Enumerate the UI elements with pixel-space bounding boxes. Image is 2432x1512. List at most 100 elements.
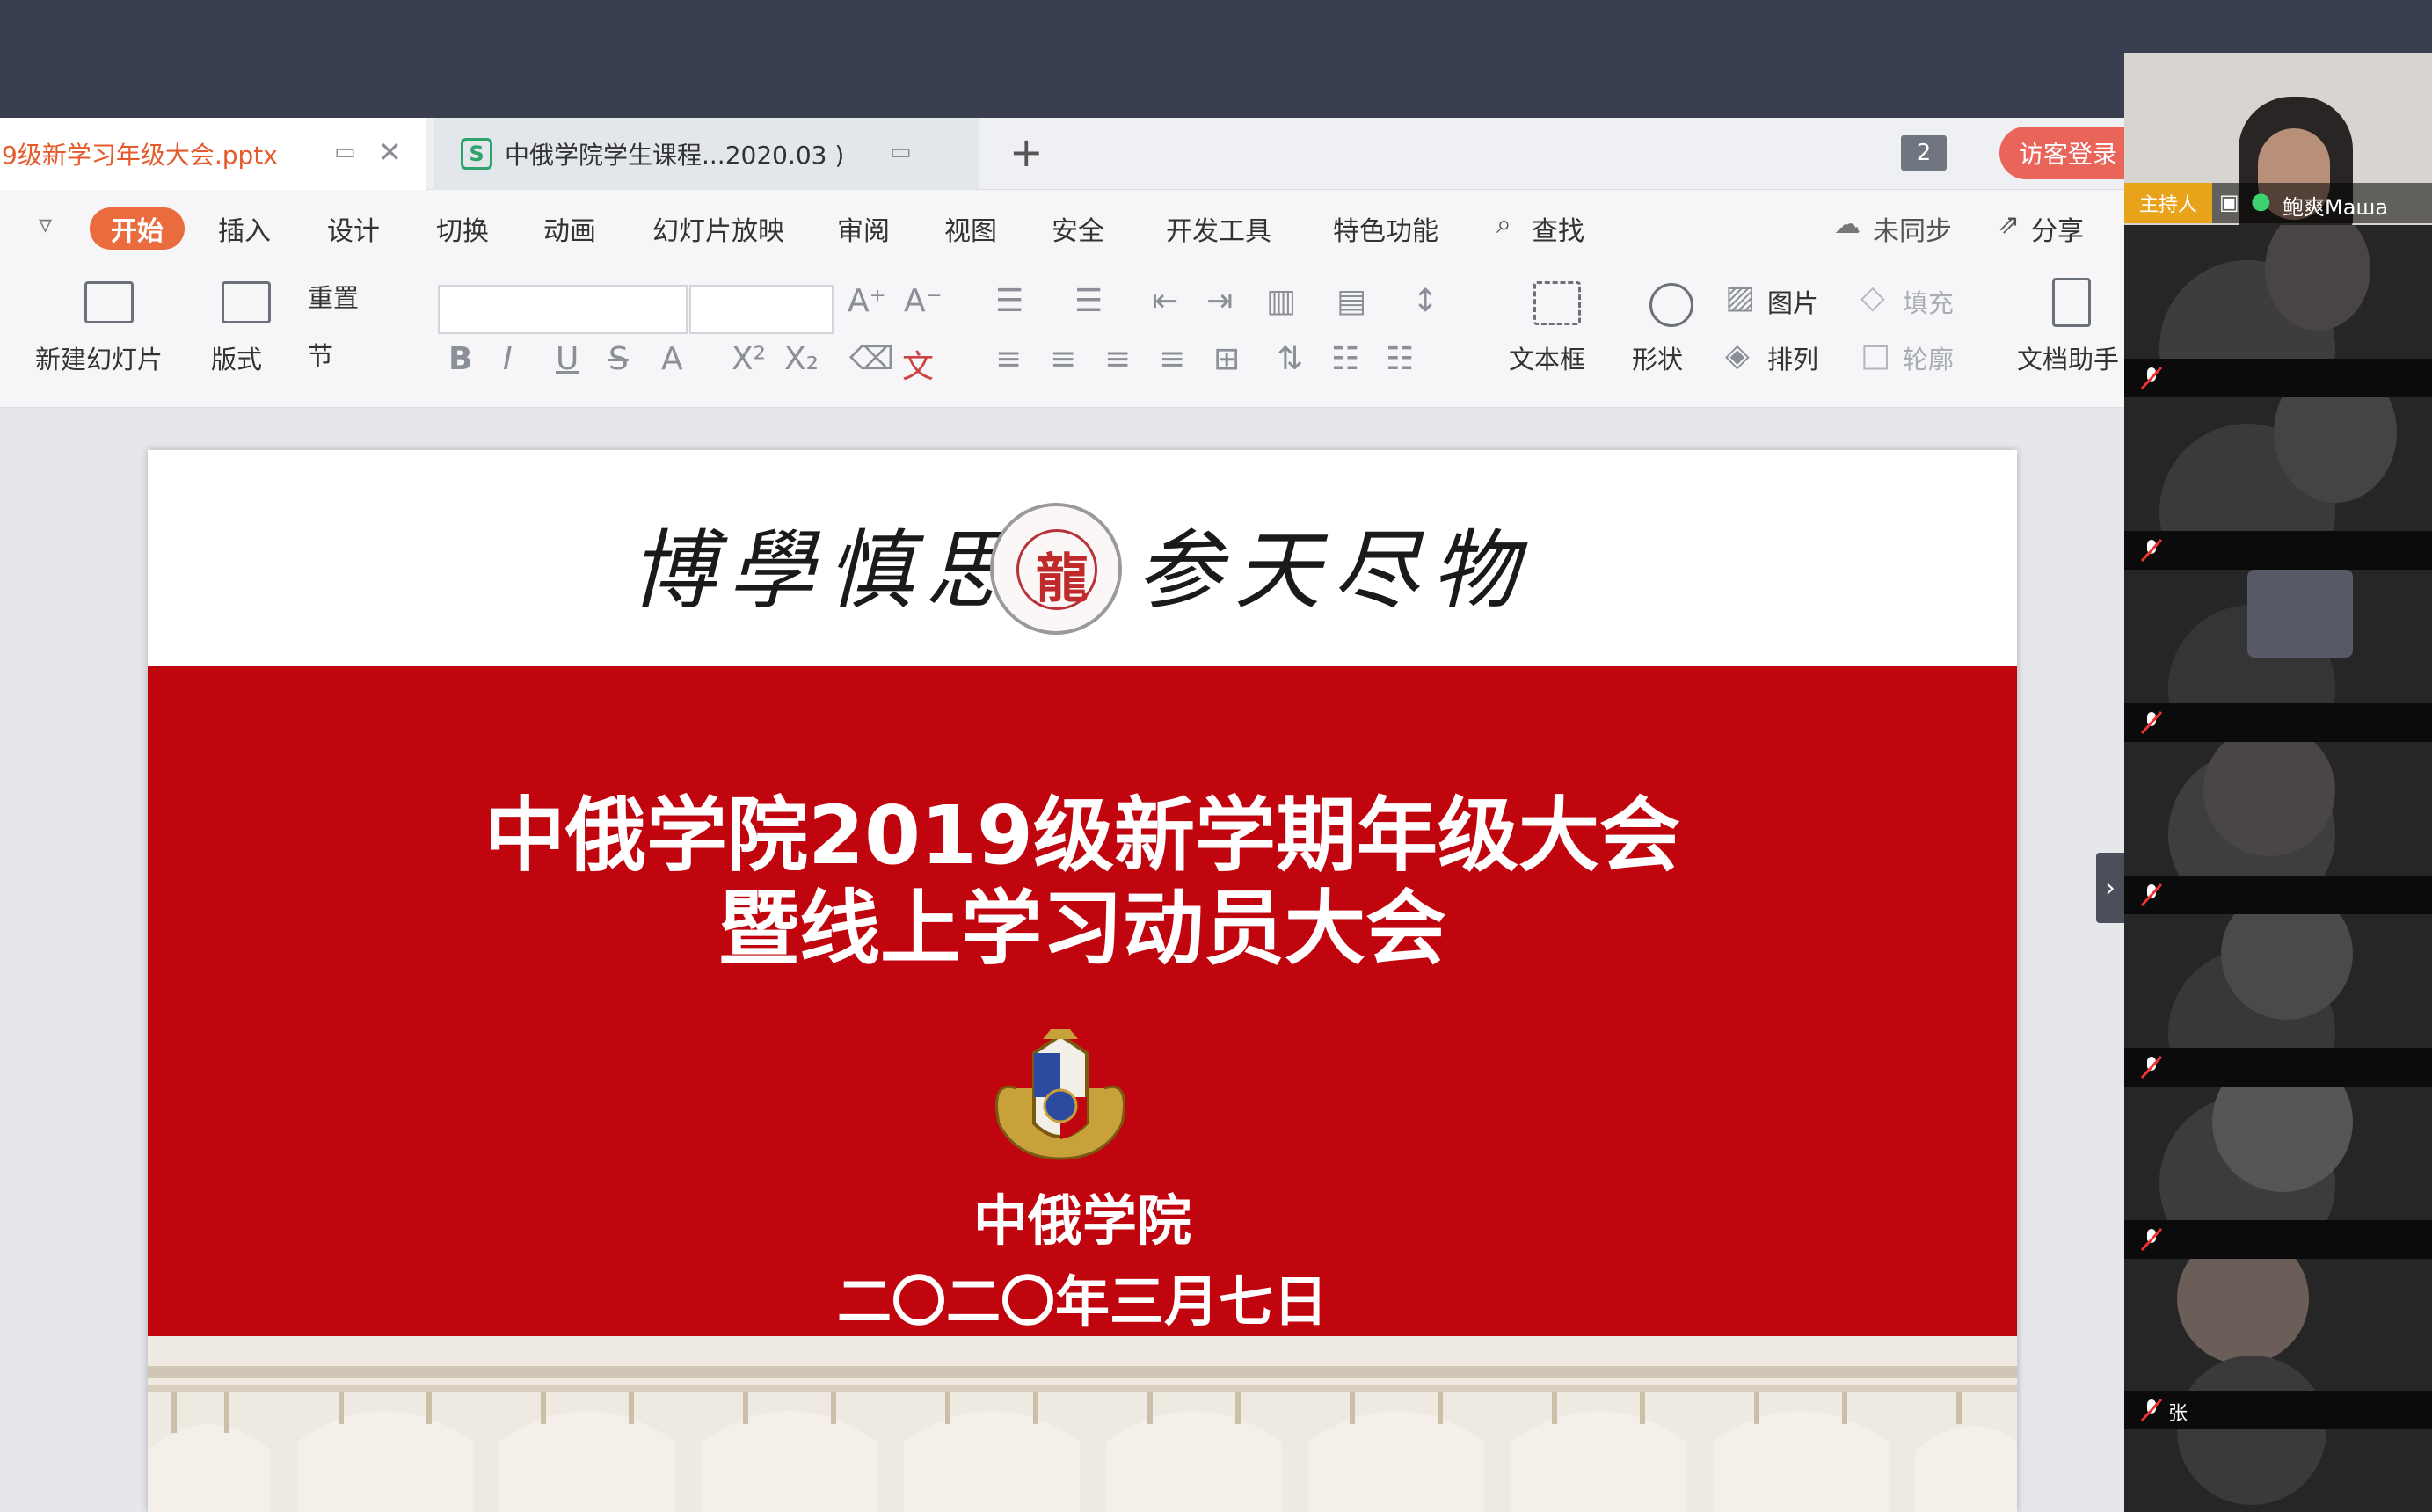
align-left-icon[interactable]: ≡ [995, 341, 1022, 377]
collapse-panel-chevron-icon[interactable]: › [2096, 853, 2124, 923]
justify-icon[interactable]: ≡ [1159, 341, 1185, 377]
strikethrough-icon[interactable]: S [608, 341, 629, 377]
tab-home[interactable]: 开始 [90, 207, 185, 250]
textbox-button[interactable]: 文本框 [1509, 339, 1585, 376]
paragraph-spacing-icon[interactable]: ⇅ [1277, 341, 1303, 377]
slide-date: 二〇二〇年三月七日 [836, 1269, 1328, 1334]
participant-tile[interactable] [2124, 397, 2432, 570]
participant-tile[interactable] [2124, 742, 2432, 914]
participant-tile[interactable] [2124, 570, 2432, 742]
participant-avatar-blur [2247, 570, 2353, 658]
screen: 9级新学习年级大会.pptx ▭ ✕ S 中俄学院学生课程...2020.03 … [0, 0, 2432, 1512]
participant-tile[interactable]: 张 [2124, 1259, 2432, 1512]
monitor-icon[interactable]: ▭ [334, 139, 356, 165]
search-button[interactable]: 查找 [1532, 209, 1584, 248]
tab-review[interactable]: 审阅 [837, 209, 890, 248]
underline-icon[interactable]: U [556, 341, 579, 377]
tab-security[interactable]: 安全 [1052, 209, 1104, 248]
quick-access-chevron-icon[interactable]: ▿ [39, 209, 52, 240]
text-direction-icon[interactable]: ▤ [1336, 283, 1366, 319]
host-video-tile[interactable]: 主持人 ▣ ● 鲍爽Маша [2124, 53, 2432, 225]
layout-icon[interactable] [222, 281, 271, 323]
clear-format-icon[interactable]: ⌫ [849, 341, 894, 377]
microphone-icon: ● [2251, 188, 2271, 214]
layout-button[interactable]: 版式 [211, 339, 262, 376]
tab-active-document[interactable]: 9级新学习年级大会.pptx ▭ ✕ [0, 118, 426, 190]
document-assistant-icon[interactable] [2052, 278, 2091, 327]
new-slide-button[interactable]: 新建幻灯片 [35, 339, 163, 376]
participant-tile[interactable] [2124, 225, 2432, 397]
italic-icon[interactable]: I [503, 341, 513, 377]
outline-button: 轮廓 [1903, 345, 1955, 374]
participant-name-strip [2124, 876, 2432, 914]
close-icon[interactable]: ✕ [378, 135, 402, 169]
tab-features[interactable]: 特色功能 [1333, 209, 1438, 248]
convert-list-icon[interactable]: ☷ [1386, 341, 1414, 377]
align-center-icon[interactable]: ≡ [1050, 341, 1076, 377]
decrease-indent-icon[interactable]: ⇤ [1152, 283, 1178, 319]
current-slide[interactable]: 博學慎思 龍 参天尽物 中俄学院2019级新学期年级大会 暨线上学习动员大会 中… [148, 450, 2017, 1512]
document-assistant-button[interactable]: 文档助手 [2017, 339, 2119, 376]
align-right-icon[interactable]: ≡ [1104, 341, 1131, 377]
menu-bar: ▿ 开始 插入 设计 切换 动画 幻灯片放映 审阅 视图 安全 开发工具 特色功… [0, 190, 2124, 264]
tab-active-label: 9级新学习年级大会.pptx [2, 141, 278, 170]
smart-list-icon[interactable]: ☷ [1331, 341, 1359, 377]
arrange-icon[interactable]: ◈ [1725, 338, 1750, 374]
share-button[interactable]: 分享 [2031, 209, 2084, 248]
section-button[interactable]: 节 [308, 336, 333, 373]
bullets-icon[interactable]: ☰ [995, 283, 1023, 319]
phonetic-guide-icon[interactable]: 文 [902, 341, 934, 387]
participant-name-strip [2124, 703, 2432, 742]
muted-microphone-icon [2140, 1227, 2163, 1252]
decrease-font-icon[interactable]: A⁻ [904, 283, 943, 319]
tab-animation[interactable]: 动画 [543, 209, 596, 248]
muted-microphone-icon [2140, 1398, 2163, 1422]
increase-indent-icon[interactable]: ⇥ [1206, 283, 1233, 319]
tab-slideshow[interactable]: 幻灯片放映 [652, 209, 784, 248]
bold-icon[interactable]: B [448, 341, 472, 377]
picture-button[interactable]: 图片 [1767, 283, 1818, 320]
participant-tile[interactable] [2124, 914, 2432, 1087]
arrange-button[interactable]: 排列 [1767, 339, 1818, 376]
outline-icon: □ [1860, 338, 1891, 374]
sync-status-button[interactable]: 未同步 [1873, 209, 1952, 248]
numbering-icon[interactable]: ☰ [1074, 283, 1103, 319]
picture-icon[interactable]: ▨ [1725, 280, 1755, 316]
shape-icon[interactable] [1649, 283, 1693, 327]
tab-design[interactable]: 设计 [327, 209, 380, 248]
font-size-select[interactable] [689, 285, 834, 334]
document-tab-bar: 9级新学习年级大会.pptx ▭ ✕ S 中俄学院学生课程...2020.03 … [0, 118, 2124, 190]
font-color-icon[interactable]: A [661, 341, 683, 377]
subscript-icon[interactable]: X₂ [784, 341, 819, 377]
textbox-icon[interactable] [1533, 281, 1581, 325]
window-count-badge[interactable]: 2 [1901, 135, 1947, 171]
increase-font-icon[interactable]: A⁺ [848, 283, 886, 319]
line-spacing-icon[interactable]: ↕ [1412, 283, 1438, 319]
participant-avatar-blur [2177, 1356, 2326, 1505]
tab-other-label: 中俄学院学生课程...2020.03 ) [505, 141, 845, 170]
monitor-icon[interactable]: ▭ [890, 139, 912, 165]
new-slide-icon[interactable] [84, 281, 134, 323]
tab-developer[interactable]: 开发工具 [1166, 209, 1271, 248]
tab-insert[interactable]: 插入 [218, 209, 271, 248]
guest-login-button[interactable]: 访客登录 [1999, 127, 2124, 179]
seal-emblem-glyph: 龍 [1036, 549, 1089, 610]
participant-tile[interactable] [2124, 1087, 2432, 1259]
slide-header: 博學慎思 龍 参天尽物 [148, 450, 2017, 666]
new-tab-plus-icon[interactable]: + [1009, 128, 1044, 176]
host-role-badge: 主持人 [2124, 183, 2212, 223]
slide-footer-architecture [148, 1336, 2017, 1512]
shape-button[interactable]: 形状 [1632, 339, 1683, 376]
tab-other-document[interactable]: S 中俄学院学生课程...2020.03 ) ▭ [434, 118, 979, 190]
share-icon: ⇗ [1998, 209, 2021, 240]
desktop-top-band [0, 0, 2432, 118]
columns-icon[interactable]: ▥ [1266, 283, 1296, 319]
slide-title-line-2: 暨线上学习动员大会 [717, 882, 1446, 976]
reset-button[interactable]: 重置 [308, 278, 359, 315]
distribute-icon[interactable]: ⊞ [1213, 341, 1240, 377]
tab-view[interactable]: 视图 [944, 209, 997, 248]
font-family-select[interactable] [438, 285, 688, 334]
search-icon[interactable]: ⌕ [1496, 209, 1511, 240]
tab-transition[interactable]: 切换 [436, 209, 489, 248]
superscript-icon[interactable]: X² [732, 341, 766, 377]
